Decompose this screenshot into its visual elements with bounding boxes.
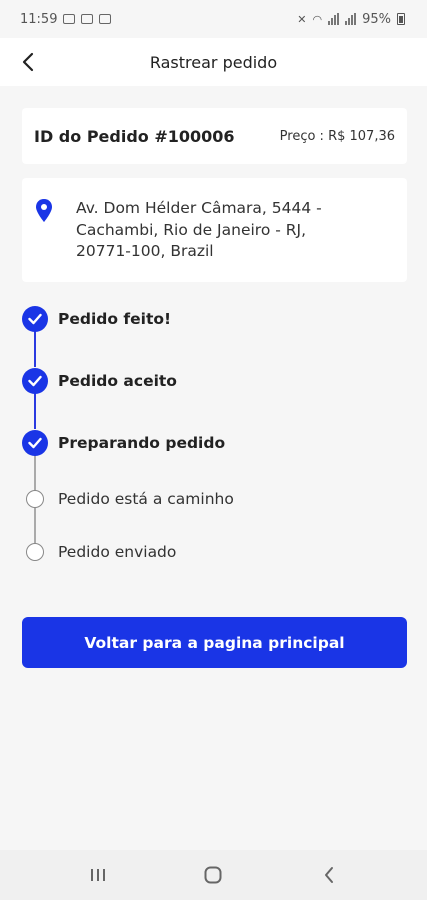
order-status-timeline: Pedido feito! Pedido aceito Preparando p… <box>22 300 407 580</box>
timeline-step-accepted: Pedido aceito <box>22 368 177 394</box>
battery-icon <box>397 13 405 25</box>
status-right: ✕ ◠ 95% <box>297 12 405 27</box>
timeline-step-placed: Pedido feito! <box>22 306 171 332</box>
system-nav-bar <box>0 850 427 900</box>
signal-icon <box>328 13 340 25</box>
home-icon <box>204 866 222 884</box>
notification-icon <box>81 14 94 24</box>
delivery-address: Av. Dom Hélder Câmara, 5444 - Cachambi, … <box>76 198 322 263</box>
mute-icon: ✕ <box>297 12 307 26</box>
order-price: Preço : R$ 107,36 <box>279 128 395 144</box>
back-to-home-button[interactable]: Voltar para a pagina principal <box>22 617 407 668</box>
timeline-step-label: Pedido está a caminho <box>58 490 234 508</box>
check-circle-icon <box>22 368 48 394</box>
chevron-left-icon <box>22 52 34 72</box>
address-line: Cachambi, Rio de Janeiro - RJ, <box>76 220 307 239</box>
timeline-connector <box>34 331 36 367</box>
status-time: 11:59 <box>20 11 58 27</box>
timeline-step-label: Pedido feito! <box>58 310 172 328</box>
status-left: 11:59 <box>20 11 112 27</box>
timeline-step-preparing: Preparando pedido <box>22 430 225 456</box>
timeline-connector <box>34 455 36 491</box>
address-line: Av. Dom Hélder Câmara, 5444 - <box>76 199 322 217</box>
empty-circle-icon <box>26 490 44 508</box>
recent-apps-button[interactable] <box>78 860 118 890</box>
location-pin-icon <box>36 199 52 222</box>
empty-circle-icon <box>26 543 44 561</box>
check-circle-icon <box>22 430 48 456</box>
order-card: ID do Pedido #100006 Preço : R$ 107,36 <box>22 108 407 164</box>
timeline-step-label: Pedido aceito <box>58 372 177 390</box>
app-bar: Rastrear pedido <box>0 38 427 86</box>
battery-percent: 95% <box>362 11 391 27</box>
home-button[interactable] <box>193 860 233 890</box>
signal-icon <box>345 13 357 25</box>
back-icon <box>325 867 334 883</box>
wifi-icon: ◠ <box>312 12 323 26</box>
timeline-step-delivered: Pedido enviado <box>22 543 176 561</box>
page-title: Rastrear pedido <box>149 52 278 72</box>
back-button[interactable] <box>12 46 44 78</box>
check-circle-icon <box>22 306 48 332</box>
status-bar: 11:59 ✕ ◠ 95% <box>0 0 427 38</box>
timeline-step-label: Preparando pedido <box>58 434 226 452</box>
timeline-step-label: Pedido enviado <box>58 543 177 561</box>
recent-apps-icon <box>90 869 105 881</box>
notification-icon <box>63 14 76 24</box>
timeline-connector <box>34 393 36 429</box>
gallery-icon <box>99 14 112 24</box>
address-card: Av. Dom Hélder Câmara, 5444 - Cachambi, … <box>22 178 407 282</box>
system-back-button[interactable] <box>309 860 349 890</box>
timeline-connector <box>34 508 36 545</box>
timeline-step-on-the-way: Pedido está a caminho <box>22 490 234 508</box>
address-line: 20771-100, Brazil <box>76 242 214 260</box>
order-id: ID do Pedido #100006 <box>34 126 235 146</box>
